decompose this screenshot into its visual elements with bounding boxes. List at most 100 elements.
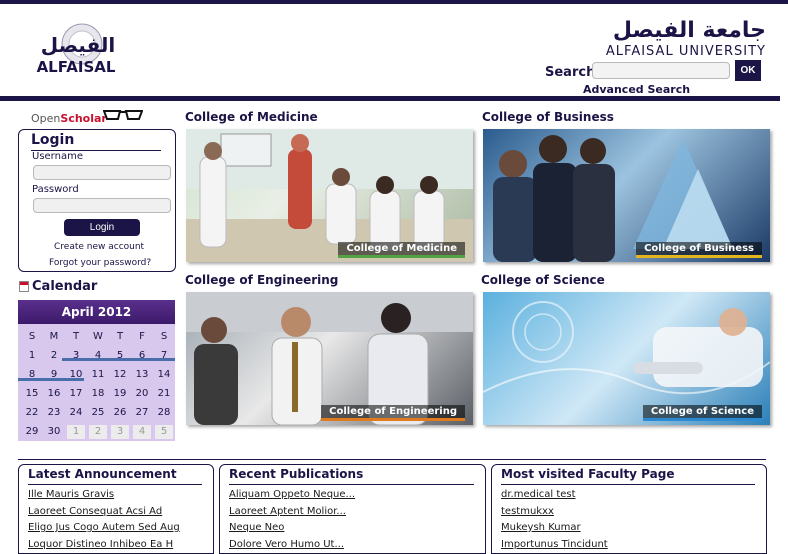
weekday-label: S (160, 331, 168, 342)
college-medicine-caption: College of Medicine (338, 242, 465, 258)
calendar-day[interactable]: 28 (153, 407, 175, 418)
calendar-week-row: 15 16 17 18 19 20 21 (21, 384, 175, 403)
calendar-week-row: 22 23 24 25 26 27 28 (21, 403, 175, 422)
forgot-password-link[interactable]: Forgot your password? (49, 258, 151, 268)
calendar-day[interactable]: 5 (109, 350, 131, 361)
calendar-day[interactable]: 7 (153, 350, 175, 361)
publication-item[interactable]: Neque Neo (229, 522, 284, 533)
weekday-label: M (49, 331, 59, 342)
calendar-day[interactable]: 30 (43, 426, 65, 437)
calendar-day[interactable]: 19 (109, 388, 131, 399)
content-divider (18, 459, 766, 460)
glasses-icon (103, 110, 143, 120)
password-field[interactable] (33, 198, 171, 213)
login-title: Login (31, 132, 75, 148)
svg-text:ALFAISAL: ALFAISAL (37, 58, 116, 76)
announcement-item[interactable]: Eligo Jus Cogo Autem Sed Aug (28, 522, 180, 533)
publication-item[interactable]: Dolore Vero Humo Ut... (229, 539, 344, 550)
weekday-label: W (93, 331, 103, 342)
calendar-day[interactable]: 9 (43, 369, 65, 380)
calendar-week-row: 8 9 10 11 12 13 14 (21, 365, 175, 384)
login-button[interactable]: Login (64, 219, 140, 236)
calendar-weekday-row: S M T W T F S (21, 327, 175, 346)
calendar-icon (19, 281, 29, 292)
college-engineering-caption: College of Engineering (321, 405, 465, 421)
site-header: الفيصل ALFAISAL جامعة الفيصل ALFAISAL UN… (0, 4, 788, 97)
college-engineering-image[interactable]: College of Engineering (186, 292, 473, 425)
search-ok-button[interactable]: OK (735, 60, 761, 81)
calendar-day[interactable]: 25 (87, 407, 109, 418)
college-science-title[interactable]: College of Science (481, 273, 605, 287)
calendar-day[interactable]: 11 (87, 369, 109, 380)
header-divider (0, 96, 780, 101)
college-business-image[interactable]: College of Business (483, 129, 770, 262)
calendar-day[interactable]: 17 (65, 388, 87, 399)
calendar-day-next-month: 5 (155, 424, 173, 439)
search-input[interactable] (592, 62, 730, 79)
calendar-day[interactable]: 18 (87, 388, 109, 399)
calendar-day[interactable]: 3 (65, 350, 87, 361)
panel-title: Recent Publications (229, 467, 364, 481)
university-name-arabic: جامعة الفيصل (612, 18, 766, 43)
advanced-search-link[interactable]: Advanced Search (583, 83, 690, 96)
faculty-item[interactable]: Importunus Tincidunt (501, 539, 608, 550)
calendar-day[interactable]: 22 (21, 407, 43, 418)
faculty-item[interactable]: testmukxx (501, 506, 554, 517)
calendar-week-row: 1 2 3 4 5 6 7 (21, 346, 175, 365)
panel-title-rule (501, 484, 755, 485)
college-science-image[interactable]: College of Science (483, 292, 770, 425)
calendar-month: April 2012 (18, 300, 175, 324)
calendar-title: Calendar (32, 279, 98, 294)
search-label: Search (545, 65, 596, 80)
username-label: Username (32, 151, 83, 162)
announcement-item[interactable]: Laoreet Consequat Acsi Ad (28, 506, 162, 517)
openscholar-scholar: Scholar (60, 112, 107, 125)
username-field[interactable] (33, 165, 171, 180)
calendar-day[interactable]: 2 (43, 350, 65, 361)
calendar-day[interactable]: 21 (153, 388, 175, 399)
calendar-day[interactable]: 4 (87, 350, 109, 361)
calendar-day[interactable]: 24 (65, 407, 87, 418)
calendar-day[interactable]: 26 (109, 407, 131, 418)
openscholar-open: Open (31, 112, 61, 125)
faculty-item[interactable]: dr.medical test (501, 489, 576, 500)
announcement-item[interactable]: Loquor Distineo Inhibeo Ea H (28, 539, 173, 550)
publication-item[interactable]: Aliquam Oppeto Neque... (229, 489, 355, 500)
calendar-day[interactable]: 13 (131, 369, 153, 380)
announcement-item[interactable]: Ille Mauris Gravis (28, 489, 114, 500)
calendar-day[interactable]: 23 (43, 407, 65, 418)
panel-title-rule (229, 484, 474, 485)
calendar-day[interactable]: 12 (109, 369, 131, 380)
calendar-day[interactable]: 15 (21, 388, 43, 399)
college-medicine-title[interactable]: College of Medicine (185, 110, 318, 124)
publication-item[interactable]: Laoreet Aptent Molior... (229, 506, 346, 517)
alfaisal-logo[interactable]: الفيصل ALFAISAL (22, 22, 134, 80)
calendar-day[interactable]: 1 (21, 350, 43, 361)
calendar-day[interactable]: 6 (131, 350, 153, 361)
college-medicine-image[interactable]: College of Medicine (186, 129, 473, 262)
create-account-link[interactable]: Create new account (54, 242, 144, 252)
calendar-day-next-month: 2 (89, 424, 107, 439)
calendar-grid: S M T W T F S 1 2 3 4 5 6 7 8 9 10 11 12… (21, 327, 175, 441)
calendar-day[interactable]: 29 (21, 426, 43, 437)
college-engineering-title[interactable]: College of Engineering (185, 273, 338, 287)
calendar-day[interactable]: 8 (21, 369, 43, 380)
faculty-item[interactable]: Mukeysh Kumar (501, 522, 581, 533)
panel-title-rule (28, 484, 202, 485)
calendar-day[interactable]: 10 (65, 369, 87, 380)
calendar-day-next-month: 3 (111, 424, 129, 439)
calendar-day[interactable]: 14 (153, 369, 175, 380)
weekday-label: T (116, 331, 124, 342)
recent-publications-panel: Recent Publications Aliquam Oppeto Neque… (219, 464, 486, 554)
calendar-day[interactable]: 27 (131, 407, 153, 418)
login-block: Login Username Password Login Create new… (18, 129, 176, 272)
calendar-day[interactable]: 20 (131, 388, 153, 399)
calendar-day-next-month: 1 (67, 424, 85, 439)
college-business-title[interactable]: College of Business (482, 110, 614, 124)
openscholar-logo[interactable]: OpenScholar (31, 107, 143, 125)
university-name-english: ALFAISAL UNIVERSITY (605, 44, 766, 59)
calendar-day[interactable]: 16 (43, 388, 65, 399)
panel-title: Latest Announcement (28, 467, 177, 481)
alfaisal-university-wordmark[interactable]: جامعة الفيصل ALFAISAL UNIVERSITY (598, 20, 766, 60)
college-science-caption: College of Science (642, 405, 762, 421)
